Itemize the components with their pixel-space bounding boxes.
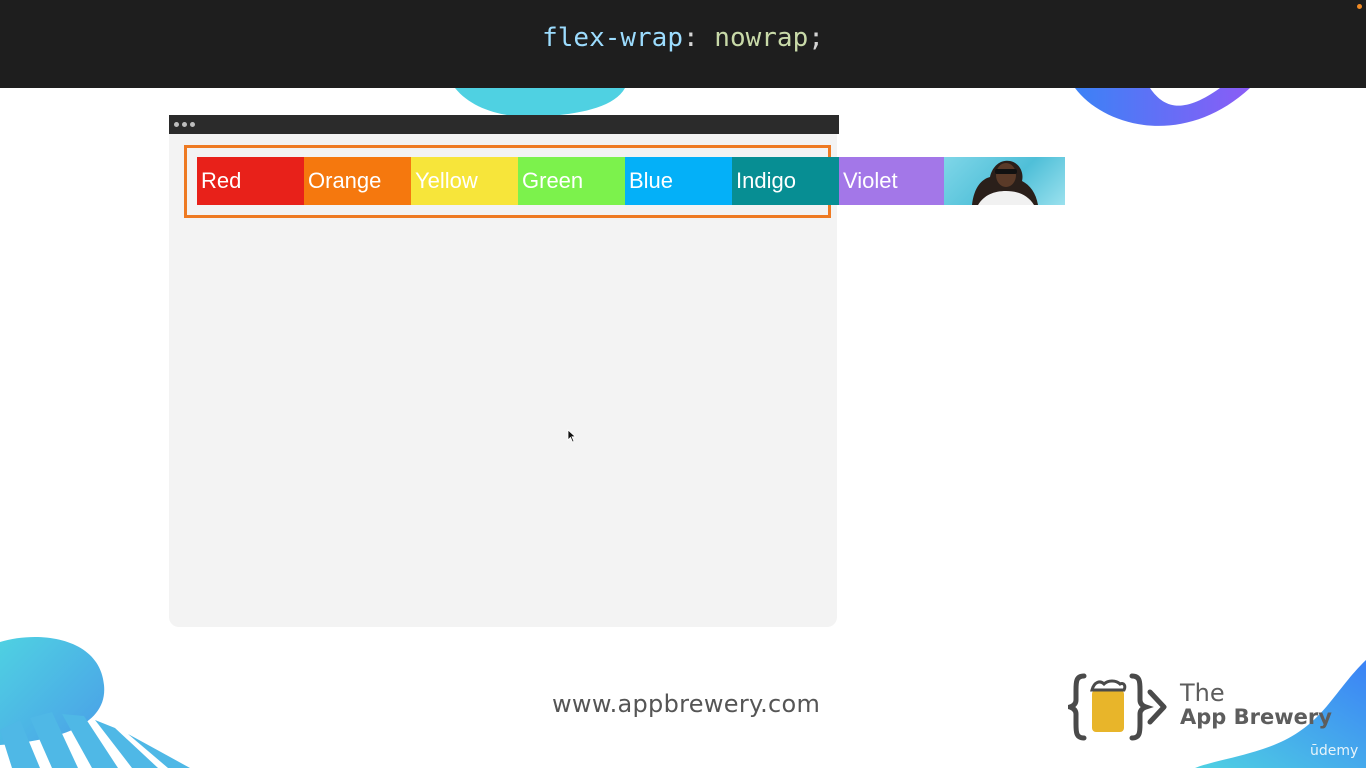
flex-item-label: Green bbox=[522, 168, 584, 193]
window-dot-icon bbox=[174, 122, 179, 127]
flex-item-red: Red bbox=[197, 157, 304, 205]
flex-item-yellow: Yellow bbox=[411, 157, 518, 205]
flex-item-label: Blue bbox=[629, 168, 674, 193]
code-header: flex-wrap: nowrap; bbox=[0, 0, 1366, 88]
logo-text-the: The bbox=[1180, 679, 1225, 707]
flex-item-indigo: Indigo bbox=[732, 157, 839, 205]
flex-items-row: Red Orange Yellow Green Blue Indigo Viol… bbox=[197, 157, 1065, 205]
decorative-blob-top bbox=[455, 88, 625, 118]
flex-item-label: Yellow bbox=[415, 168, 478, 193]
flex-item-green: Green bbox=[518, 157, 625, 205]
code-property: flex-wrap bbox=[542, 23, 683, 53]
code-semicolon: ; bbox=[808, 23, 824, 53]
browser-title-bar bbox=[169, 115, 839, 134]
logo-text-app-brewery: App Brewery bbox=[1180, 705, 1332, 729]
udemy-watermark: ūdemy bbox=[1310, 743, 1359, 759]
flex-item-label: Red bbox=[201, 168, 242, 193]
flex-item-label: Indigo bbox=[736, 168, 796, 193]
website-url: www.appbrewery.com bbox=[552, 690, 821, 718]
flex-item-violet: Violet bbox=[839, 157, 944, 205]
mouse-cursor-icon bbox=[567, 429, 577, 443]
app-brewery-logo-icon bbox=[1068, 673, 1167, 741]
flex-item-label: Orange bbox=[308, 168, 382, 193]
code-colon: : bbox=[683, 23, 699, 53]
decorative-blob-bottom-left bbox=[0, 637, 190, 768]
decorative-ring-top-right bbox=[1075, 88, 1250, 126]
recording-indicator bbox=[1357, 4, 1362, 9]
window-dot-icon bbox=[182, 122, 187, 127]
window-dot-icon bbox=[190, 122, 195, 127]
flex-item-blue: Blue bbox=[625, 157, 732, 205]
flex-item-label: Violet bbox=[843, 168, 898, 193]
code-value: nowrap bbox=[698, 23, 809, 53]
person-photo bbox=[944, 157, 1065, 205]
person-silhouette-icon bbox=[972, 160, 1038, 205]
flex-item-orange: Orange bbox=[304, 157, 411, 205]
